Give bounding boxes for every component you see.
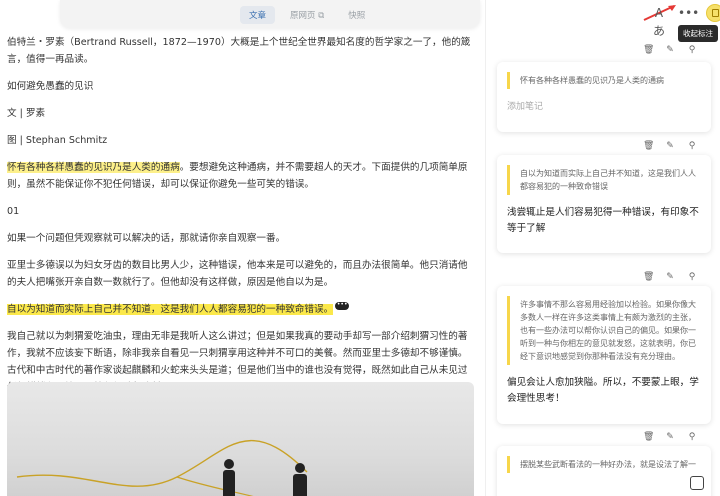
card-actions: 🗑 ✎ ⚲ — [643, 45, 697, 55]
annotation-toolbar: Aあ ••• — [650, 4, 720, 38]
edit-icon[interactable]: ✎ — [665, 272, 675, 282]
article-paragraph-3: 亚里士多德误以为妇女牙齿的数目比男人少，这种错误，他本来是可以避免的，而且办法很… — [7, 260, 468, 288]
edit-icon[interactable]: ✎ — [665, 141, 675, 151]
article-intro: 伯特兰・罗素（Bertrand Russell，1872—1970）大概是上个世… — [7, 37, 471, 65]
section-number: 01 — [7, 206, 20, 217]
note-quote: 自以为知道而实际上自己并不知道，这是我们人人都容易犯的一种致命错误 — [507, 165, 701, 195]
view-tab-bar: 文章 原网页 ⧉ 快照 — [60, 0, 480, 28]
pane-divider — [485, 0, 486, 496]
article-paragraph-4: 自以为知道而实际上自己并不知道，这是我们人人都容易犯的一种致命错误。 ••• — [7, 301, 477, 318]
note-card[interactable]: 🗑 ✎ ⚲ 许多事情不那么容易用经验加以检验。如果你像大多数人一样在许多这类事情… — [497, 272, 711, 424]
card-actions: 🗑 ✎ ⚲ — [643, 141, 697, 151]
pin-icon[interactable]: ⚲ — [687, 432, 697, 442]
pin-icon[interactable]: ⚲ — [687, 141, 697, 151]
note-card[interactable]: 🗑 ✎ ⚲ 怀有各种各样愚蠢的见识乃是人类的通病 添加笔记 — [497, 45, 711, 132]
note-card[interactable]: 🗑 ✎ ⚲ 自以为知道而实际上自己并不知道，这是我们人人都容易犯的一种致命错误 … — [497, 141, 711, 253]
delete-icon[interactable]: 🗑 — [643, 432, 654, 442]
article-title: 如何避免愚蠢的见识 — [7, 81, 94, 92]
note-quote: 怀有各种各样愚蠢的见识乃是人类的通病 — [507, 72, 701, 89]
article-paragraph-1: 怀有各种各样愚蠢的见识乃是人类的通病。要想避免这种通病，并不需要超人的天才。下面… — [7, 159, 477, 193]
delete-icon[interactable]: 🗑 — [643, 45, 654, 55]
font-size-icon[interactable]: Aあ — [650, 4, 668, 38]
note-card[interactable]: 🗑 ✎ ⚲ 摆脱某些武断看法的一种好办法，就是设法了解一 — [497, 432, 711, 496]
highlight-2[interactable]: 自以为知道而实际上自己并不知道，这是我们人人都容易犯的一种致命错误。 — [7, 304, 334, 315]
article-illustrator: 图 | Stephan Schmitz — [7, 135, 108, 146]
export-icon[interactable] — [690, 476, 704, 490]
note-text: 偏见会让人愈加狭隘。所以，不要蒙上眼，学会理性思考！ — [507, 377, 699, 404]
pin-icon[interactable]: ⚲ — [687, 45, 697, 55]
article-body: 伯特兰・罗素（Bertrand Russell，1872—1970）大概是上个世… — [7, 34, 477, 406]
highlight-1[interactable]: 怀有各种各样愚蠢的见识乃是人类的通病 — [7, 162, 180, 173]
tab-original-page[interactable]: 原网页 ⧉ — [281, 6, 333, 24]
article-paragraph-2: 如果一个问题但凭观察就可以解决的话，那就请你亲自观察一番。 — [7, 233, 286, 244]
collapse-tooltip: 收起标注 — [678, 25, 718, 42]
edit-icon[interactable]: ✎ — [665, 45, 675, 55]
pin-icon[interactable]: ⚲ — [687, 272, 697, 282]
article-illustration — [7, 382, 474, 496]
collapse-annotations-icon[interactable] — [706, 4, 720, 22]
delete-icon[interactable]: 🗑 — [643, 141, 654, 151]
add-note-input[interactable]: 添加笔记 — [507, 99, 701, 115]
note-quote: 摆脱某些武断看法的一种好办法，就是设法了解一 — [507, 456, 701, 473]
note-bubble-icon[interactable]: ••• — [335, 302, 350, 310]
card-actions: 🗑 ✎ ⚲ — [643, 272, 697, 282]
delete-icon[interactable]: 🗑 — [643, 272, 654, 282]
more-icon[interactable]: ••• — [678, 4, 699, 22]
tab-article[interactable]: 文章 — [240, 6, 276, 24]
card-actions: 🗑 ✎ ⚲ — [643, 432, 697, 442]
note-text: 浅尝辄止是人们容易犯得一种错误，有印象不等于了解 — [507, 207, 699, 234]
tab-snapshot[interactable]: 快照 — [339, 6, 374, 24]
edit-icon[interactable]: ✎ — [665, 432, 675, 442]
note-quote: 许多事情不那么容易用经验加以检验。如果你像大多数人一样在许多这类事情上有颇为激烈… — [507, 296, 701, 365]
article-author: 文 | 罗素 — [7, 108, 46, 119]
